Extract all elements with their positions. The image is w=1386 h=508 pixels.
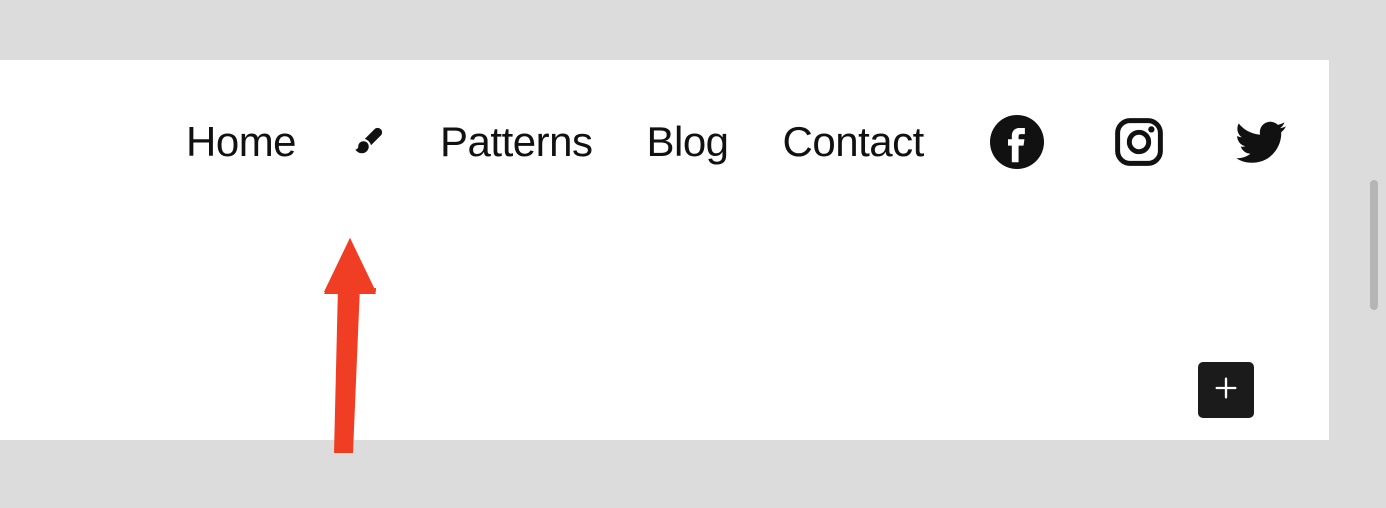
social-links: [990, 115, 1288, 169]
editor-canvas: Home Patterns Blog Contact: [0, 60, 1329, 440]
nav-link-patterns[interactable]: Patterns: [440, 118, 592, 166]
arrow-annotation: [320, 238, 390, 458]
nav-menu: Home Patterns Blog Contact: [0, 60, 1329, 169]
facebook-icon[interactable]: [990, 115, 1044, 169]
brush-icon[interactable]: [350, 122, 386, 162]
vertical-scrollbar[interactable]: [1370, 180, 1378, 310]
twitter-icon[interactable]: [1234, 115, 1288, 169]
instagram-icon[interactable]: [1112, 115, 1166, 169]
nav-link-blog[interactable]: Blog: [646, 118, 728, 166]
nav-link-home[interactable]: Home: [186, 118, 296, 166]
nav-link-contact[interactable]: Contact: [783, 118, 924, 166]
add-block-button[interactable]: [1198, 362, 1254, 418]
plus-icon: [1212, 374, 1240, 407]
